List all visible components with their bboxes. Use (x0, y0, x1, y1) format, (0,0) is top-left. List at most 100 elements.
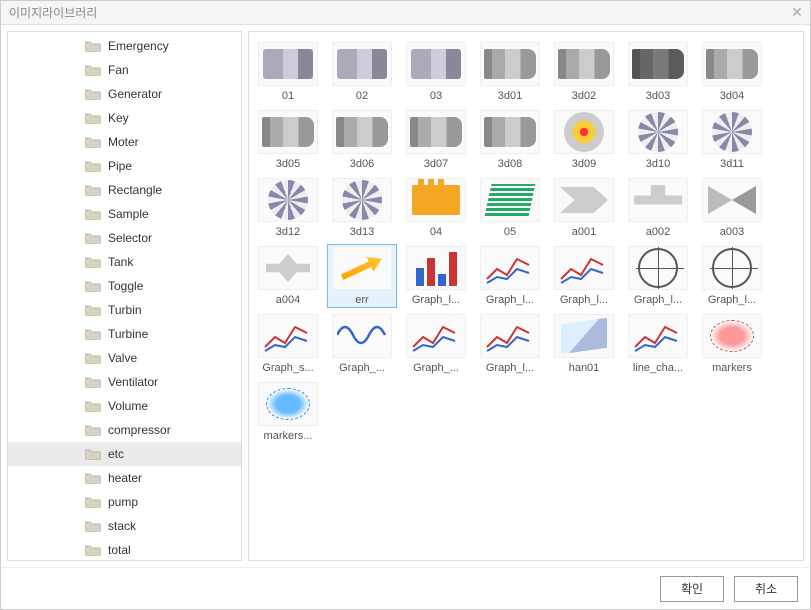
ok-button[interactable]: 확인 (660, 576, 724, 602)
tree-item-label: Selector (108, 231, 152, 245)
thumbnail-label: 3d13 (350, 226, 374, 238)
thumbnail-item[interactable]: err (327, 244, 397, 308)
thumbnail-item[interactable]: a004 (253, 244, 323, 308)
thumbnail-label: 04 (430, 226, 442, 238)
thumbnail-item[interactable]: han01 (549, 312, 619, 376)
thumbnail-label: 3d06 (350, 158, 374, 170)
thumbnail-item[interactable]: Graph_... (327, 312, 397, 376)
tree-item-heater[interactable]: heater (8, 466, 241, 490)
folder-icon (84, 87, 102, 101)
thumbnail-item[interactable]: 03 (401, 40, 471, 104)
cancel-button[interactable]: 취소 (734, 576, 798, 602)
thumbnail-item[interactable]: 3d07 (401, 108, 471, 172)
tree-item-compressor[interactable]: compressor (8, 418, 241, 442)
thumbnail-label: 3d09 (572, 158, 596, 170)
thumbnail-image (258, 42, 318, 86)
thumbnail-item[interactable]: 3d12 (253, 176, 323, 240)
folder-icon (84, 303, 102, 317)
thumbnail-label: 3d01 (498, 90, 522, 102)
thumbnail-item[interactable]: Graph_l... (623, 244, 693, 308)
tree-item-generator[interactable]: Generator (8, 82, 241, 106)
tree-item-toggle[interactable]: Toggle (8, 274, 241, 298)
tree-item-turbine[interactable]: Turbine (8, 322, 241, 346)
thumbnail-item[interactable]: 01 (253, 40, 323, 104)
thumbnail-label: a004 (276, 294, 300, 306)
thumbnail-image (480, 178, 540, 222)
tree-item-selector[interactable]: Selector (8, 226, 241, 250)
thumbnail-item[interactable]: line_cha... (623, 312, 693, 376)
thumbnail-item[interactable]: a003 (697, 176, 767, 240)
thumbnail-item[interactable]: 02 (327, 40, 397, 104)
thumbnail-item[interactable]: Graph_l... (549, 244, 619, 308)
thumbnail-item[interactable]: Graph_... (401, 312, 471, 376)
thumbnail-label: Graph_l... (708, 294, 756, 306)
folder-icon (84, 255, 102, 269)
thumbnail-item[interactable]: Graph_l... (697, 244, 767, 308)
folder-icon (84, 231, 102, 245)
thumbnail-label: 3d12 (276, 226, 300, 238)
thumbnail-image (702, 110, 762, 154)
thumbnail-label: markers... (264, 430, 313, 442)
tree-item-tank[interactable]: Tank (8, 250, 241, 274)
tree-item-moter[interactable]: Moter (8, 130, 241, 154)
thumbnail-image (406, 110, 466, 154)
thumbnail-label: a002 (646, 226, 670, 238)
thumbnail-label: Graph_l... (486, 294, 534, 306)
folder-icon (84, 63, 102, 77)
thumbnail-item[interactable]: 3d11 (697, 108, 767, 172)
tree-item-pipe[interactable]: Pipe (8, 154, 241, 178)
thumbnail-label: Graph_... (413, 362, 459, 374)
thumbnail-item[interactable]: 04 (401, 176, 471, 240)
thumbnail-item[interactable]: 3d08 (475, 108, 545, 172)
folder-icon (84, 399, 102, 413)
thumbnail-image (480, 110, 540, 154)
tree-item-sample[interactable]: Sample (8, 202, 241, 226)
tree-item-emergency[interactable]: Emergency (8, 34, 241, 58)
tree-item-pump[interactable]: pump (8, 490, 241, 514)
thumbnail-image (628, 110, 688, 154)
tree-item-volume[interactable]: Volume (8, 394, 241, 418)
folder-tree[interactable]: EmergencyFanGenerator Key MoterPipeRectang… (7, 31, 242, 561)
thumbnail-item[interactable]: a001 (549, 176, 619, 240)
thumbnail-label: 3d03 (646, 90, 670, 102)
tree-item-label: Key (108, 111, 129, 125)
tree-item-ventilator[interactable]: Ventilator (8, 370, 241, 394)
thumbnail-image (480, 314, 540, 358)
thumbnail-label: han01 (569, 362, 600, 374)
thumbnail-item[interactable]: 3d10 (623, 108, 693, 172)
thumbnail-pane[interactable]: 01 02 03 3d01 3d02 3d03 3d04 3d05 3d06 3d073d08 3d… (248, 31, 804, 561)
thumbnail-item[interactable]: 05 (475, 176, 545, 240)
tree-item-valve[interactable]: Valve (8, 346, 241, 370)
close-icon[interactable]: ✕ (788, 4, 806, 22)
tree-item-stack[interactable]: stack (8, 514, 241, 538)
thumbnail-image (332, 42, 392, 86)
thumbnail-item[interactable]: Graph_l... (475, 312, 545, 376)
thumbnail-item[interactable]: markers... (253, 380, 323, 444)
thumbnail-item[interactable]: Graph_s... (253, 312, 323, 376)
thumbnail-item[interactable]: 3d01 (475, 40, 545, 104)
folder-icon (84, 423, 102, 437)
thumbnail-item[interactable]: 3d09 (549, 108, 619, 172)
thumbnail-item[interactable]: 3d04 (697, 40, 767, 104)
thumbnail-label: a003 (720, 226, 744, 238)
thumbnail-item[interactable]: 3d13 (327, 176, 397, 240)
thumbnail-item[interactable]: 3d05 (253, 108, 323, 172)
thumbnail-item[interactable]: 3d03 (623, 40, 693, 104)
thumbnail-item[interactable]: 3d06 (327, 108, 397, 172)
tree-item-total[interactable]: total (8, 538, 241, 561)
tree-item-key[interactable]: Key (8, 106, 241, 130)
folder-icon (84, 111, 102, 125)
thumbnail-image (406, 314, 466, 358)
thumbnail-item[interactable]: Graph_l... (401, 244, 471, 308)
thumbnail-label: 02 (356, 90, 368, 102)
thumbnail-item[interactable]: markers (697, 312, 767, 376)
thumbnail-item[interactable]: a002 (623, 176, 693, 240)
thumbnail-image (702, 314, 762, 358)
thumbnail-item[interactable]: Graph_l... (475, 244, 545, 308)
tree-item-label: Tank (108, 255, 133, 269)
thumbnail-item[interactable]: 3d02 (549, 40, 619, 104)
tree-item-etc[interactable]: etc (8, 442, 241, 466)
tree-item-fan[interactable]: Fan (8, 58, 241, 82)
tree-item-turbin[interactable]: Turbin (8, 298, 241, 322)
tree-item-rectangle[interactable]: Rectangle (8, 178, 241, 202)
